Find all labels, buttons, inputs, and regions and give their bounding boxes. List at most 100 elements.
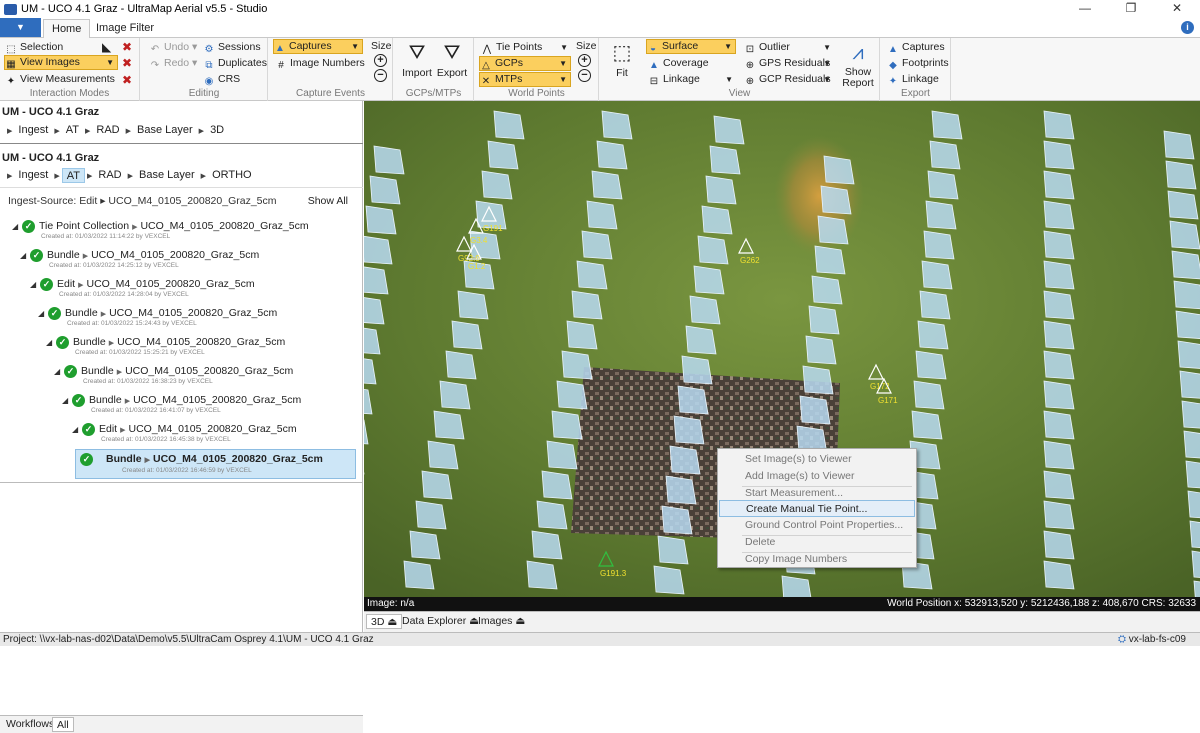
clear-selection-icon[interactable]: ✖ (122, 40, 132, 55)
step-rad[interactable]: RAD (94, 168, 125, 183)
capture-footprint[interactable] (929, 140, 961, 170)
surface-toggle[interactable]: ◒ Surface ▼ (646, 39, 736, 54)
capture-footprint[interactable] (657, 535, 689, 565)
capture-footprint[interactable] (1043, 200, 1075, 230)
capture-footprint[interactable] (669, 445, 701, 475)
menu-create-manual-tie-point[interactable]: Create Manual Tie Point... (719, 500, 915, 517)
capture-footprint[interactable] (1043, 230, 1075, 260)
tab-data-explorer[interactable]: Data Explorer ⏏ (398, 614, 483, 629)
capture-footprint[interactable] (1179, 370, 1200, 399)
clear-images-icon[interactable]: ✖ (122, 56, 132, 71)
capture-footprint[interactable] (1043, 470, 1075, 500)
capture-footprint[interactable] (364, 266, 389, 295)
tree-node[interactable]: ◢ ✓ Bundle ▶ UCO_M4_0105_200820_Graz_5cm Cr… (54, 363, 348, 391)
maximize-button[interactable]: ❐ (1108, 0, 1154, 18)
capture-footprint[interactable] (1043, 320, 1075, 350)
capture-footprint[interactable] (457, 290, 489, 320)
capture-footprint[interactable] (927, 170, 959, 200)
capture-footprint[interactable] (536, 500, 568, 530)
capture-footprint[interactable] (433, 410, 465, 440)
capture-footprint[interactable] (1043, 560, 1075, 590)
capture-footprint[interactable] (531, 530, 563, 560)
tree-node[interactable]: ◢ ✓ Edit ▶ UCO_M4_0105_200820_Graz_5cm Crea… (30, 276, 350, 304)
view-measurements-button[interactable]: ✦ View Measurements (5, 72, 115, 87)
capture-footprint[interactable] (451, 320, 483, 350)
capture-footprint[interactable] (820, 185, 852, 215)
capture-footprint[interactable] (1189, 520, 1200, 549)
capture-footprint[interactable] (566, 320, 598, 350)
help-icon[interactable]: i (1181, 21, 1194, 34)
tree-node[interactable]: ◢ ✓ Bundle ▶ UCO_M4_0105_200820_Graz_5cm Cr… (62, 392, 348, 420)
capture-footprint[interactable] (526, 560, 558, 590)
collapse-icon[interactable]: ◢ (30, 280, 36, 289)
capture-footprint[interactable] (1043, 500, 1075, 530)
capture-footprint[interactable] (913, 380, 945, 410)
tab-images[interactable]: Images ⏏ (474, 614, 529, 629)
capture-footprint[interactable] (1043, 410, 1075, 440)
capture-footprint[interactable] (665, 475, 697, 505)
tab-all[interactable]: All (52, 717, 74, 732)
tree-node[interactable]: ◢ ✓ Bundle ▶ UCO_M4_0105_200820_Graz_5cm Cr… (46, 334, 346, 362)
tie-points-toggle[interactable]: ⋀ Tie Points ▼ (481, 40, 571, 55)
capture-footprint[interactable] (1177, 340, 1200, 369)
capture-footprint[interactable] (925, 200, 957, 230)
step-base-layer[interactable]: Base Layer (133, 123, 197, 138)
tree-node[interactable]: ◢ ✓ Bundle ▶ UCO_M4_0105_200820_Graz_5cm Cr… (20, 247, 350, 275)
capture-footprint[interactable] (921, 260, 953, 290)
coverage-toggle[interactable]: ▲ Coverage (648, 56, 708, 71)
capture-footprint[interactable] (409, 530, 441, 560)
collapse-icon[interactable]: ◢ (54, 367, 60, 376)
capture-footprint[interactable] (681, 355, 713, 385)
application-menu-button[interactable]: ▼ (0, 18, 41, 37)
tab-home[interactable]: Home (43, 19, 91, 38)
step-at[interactable]: AT (61, 168, 85, 183)
capture-footprint[interactable] (1193, 580, 1200, 597)
capture-footprint[interactable] (421, 470, 453, 500)
step-at[interactable]: AT (62, 123, 83, 138)
gcps-toggle[interactable]: △ GCPs ▼ (479, 56, 571, 71)
capture-footprint[interactable] (911, 410, 943, 440)
capture-footprint[interactable] (1043, 380, 1075, 410)
decrease-size-icon[interactable]: − (374, 69, 387, 82)
export-linkage-button[interactable]: ✦ Linkage (887, 72, 939, 87)
menu-delete[interactable]: Delete (719, 534, 915, 551)
capture-footprint[interactable] (403, 560, 435, 590)
capture-footprint[interactable] (415, 500, 447, 530)
redo-button[interactable]: ↷ Redo ▾ (149, 56, 198, 71)
outlier-toggle[interactable]: ⊡ Outlier ▼ (744, 40, 834, 55)
capture-footprint[interactable] (799, 395, 831, 425)
step-3d[interactable]: 3D (206, 123, 228, 138)
menu-copy-image-numbers[interactable]: Copy Image Numbers (719, 551, 915, 568)
collapse-icon[interactable]: ◢ (72, 425, 78, 434)
export-captures-button[interactable]: ▲ Captures (887, 40, 945, 55)
sessions-button[interactable]: ⚙ Sessions (203, 40, 261, 55)
capture-footprint[interactable] (1043, 140, 1075, 170)
capture-footprint[interactable] (685, 325, 717, 355)
captures-toggle[interactable]: ▲ Captures ▼ (273, 39, 363, 54)
step-ingest[interactable]: Ingest (14, 168, 52, 183)
step-rad[interactable]: RAD (92, 123, 123, 138)
capture-footprint[interactable] (481, 170, 513, 200)
tab-image-filter[interactable]: Image Filter (88, 19, 162, 38)
capture-footprint[interactable] (493, 110, 525, 140)
capture-footprint[interactable] (1169, 220, 1200, 250)
capture-footprint[interactable] (814, 245, 846, 275)
capture-footprint[interactable] (1043, 530, 1075, 560)
capture-footprint[interactable] (915, 350, 947, 380)
capture-footprint[interactable] (541, 470, 573, 500)
tree-node-selected[interactable]: ✓ Bundle ▶ UCO_M4_0105_200820_Graz_5cm Cre… (75, 449, 356, 479)
gcp-residuals-toggle[interactable]: ⊕ GCP Residuals ▼ (744, 72, 834, 87)
capture-footprint[interactable] (546, 440, 578, 470)
linkage-toggle[interactable]: ⊟ Linkage ▼ (648, 72, 736, 87)
selection-button[interactable]: ⬚ Selection (5, 40, 63, 55)
capture-footprint[interactable] (581, 230, 613, 260)
capture-footprint[interactable] (823, 155, 855, 185)
capture-footprint[interactable] (1167, 190, 1199, 220)
decrease-size-icon[interactable]: − (578, 69, 591, 82)
image-numbers-toggle[interactable]: # Image Numbers (275, 56, 364, 71)
capture-footprint[interactable] (439, 380, 471, 410)
capture-footprint[interactable] (1043, 170, 1075, 200)
capture-footprint[interactable] (1163, 130, 1195, 160)
capture-footprint[interactable] (808, 305, 840, 335)
capture-footprint[interactable] (673, 415, 705, 445)
